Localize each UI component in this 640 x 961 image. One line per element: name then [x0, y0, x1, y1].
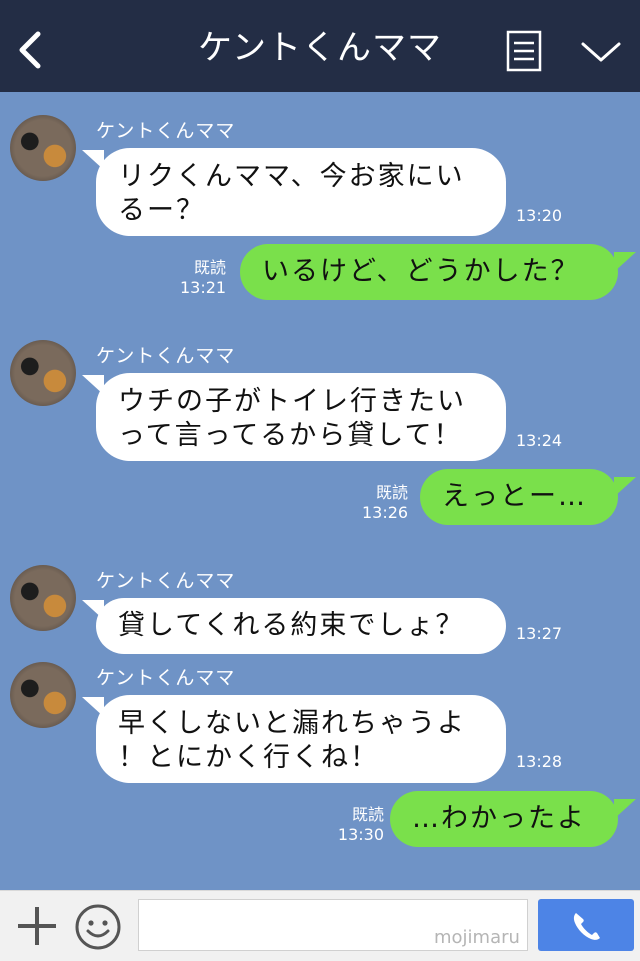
message-bubble-incoming[interactable]: 貸してくれる約束でしょ？ [96, 598, 506, 654]
read-label: 既読 [375, 483, 408, 502]
message-line: ！とにかく行くね！ [118, 742, 379, 773]
message-bubble-outgoing[interactable]: …わかったよ [390, 791, 618, 847]
message-text: いるけど、どうかした？ [262, 256, 580, 287]
avatar[interactable] [10, 115, 76, 181]
message-time: 13:26 [362, 503, 409, 522]
sender-name: ケントくんママ [96, 570, 236, 592]
avatar[interactable] [10, 340, 76, 406]
bubble-tail [614, 252, 636, 272]
bubble-tail [614, 799, 636, 819]
read-receipt: 既読 13:21 [180, 258, 226, 298]
message-time: 13:27 [516, 624, 563, 643]
message-bubble-outgoing[interactable]: えっとー… [420, 469, 618, 525]
menu-icon [506, 30, 542, 72]
message-line: 貸してくれる約束でしょ？ [118, 610, 465, 641]
add-button[interactable] [16, 905, 58, 947]
bubble-tail [614, 477, 636, 497]
sender-name: ケントくんママ [96, 120, 236, 142]
read-label: 既読 [351, 805, 384, 824]
message-time: 13:24 [516, 431, 563, 450]
message-text: …わかったよ [412, 803, 586, 834]
input-bar: mojimaru [0, 890, 640, 961]
message-text: えっとー… [442, 481, 587, 512]
message-time: 13:21 [180, 278, 227, 297]
chevron-down-icon [581, 42, 621, 62]
message-time: 13:20 [516, 206, 563, 225]
message-line: るー？ [118, 195, 205, 226]
avatar[interactable] [10, 565, 76, 631]
menu-button[interactable] [506, 30, 542, 72]
message-bubble-incoming[interactable]: 早くしないと漏れちゃうよ ！とにかく行くね！ [96, 695, 506, 783]
read-label: 既読 [193, 258, 226, 277]
sender-name: ケントくんママ [96, 667, 236, 689]
sender-name: ケントくんママ [96, 345, 236, 367]
message-time: 13:30 [337, 825, 384, 844]
message-bubble-outgoing[interactable]: いるけど、どうかした？ [240, 244, 618, 300]
collapse-button[interactable] [580, 38, 622, 66]
message-line: って言ってるから貸して！ [118, 420, 463, 451]
plus-icon [18, 907, 56, 945]
message-line: リクくんママ、今お家にい [118, 161, 465, 192]
chat-area[interactable]: ケントくんママ リクくんママ、今お家にい るー？ 13:20 既読 13:21 … [0, 92, 640, 890]
chat-header: ケントくんママ [0, 0, 640, 92]
message-line: ウチの子がトイレ行きたい [118, 386, 466, 417]
message-bubble-incoming[interactable]: ウチの子がトイレ行きたい って言ってるから貸して！ [96, 373, 506, 461]
message-bubble-incoming[interactable]: リクくんママ、今お家にい るー？ [96, 148, 506, 236]
emoji-button[interactable] [74, 903, 122, 951]
call-button[interactable] [538, 899, 634, 951]
watermark: mojimaru [434, 927, 520, 948]
phone-icon [573, 913, 600, 940]
read-receipt: 既読 13:30 [334, 805, 384, 845]
chat-title: ケントくんママ [198, 28, 442, 68]
read-receipt: 既読 13:26 [362, 483, 408, 523]
smiley-icon [75, 904, 121, 950]
message-time: 13:28 [516, 752, 563, 771]
avatar[interactable] [10, 662, 76, 728]
message-line: 早くしないと漏れちゃうよ [118, 708, 466, 739]
